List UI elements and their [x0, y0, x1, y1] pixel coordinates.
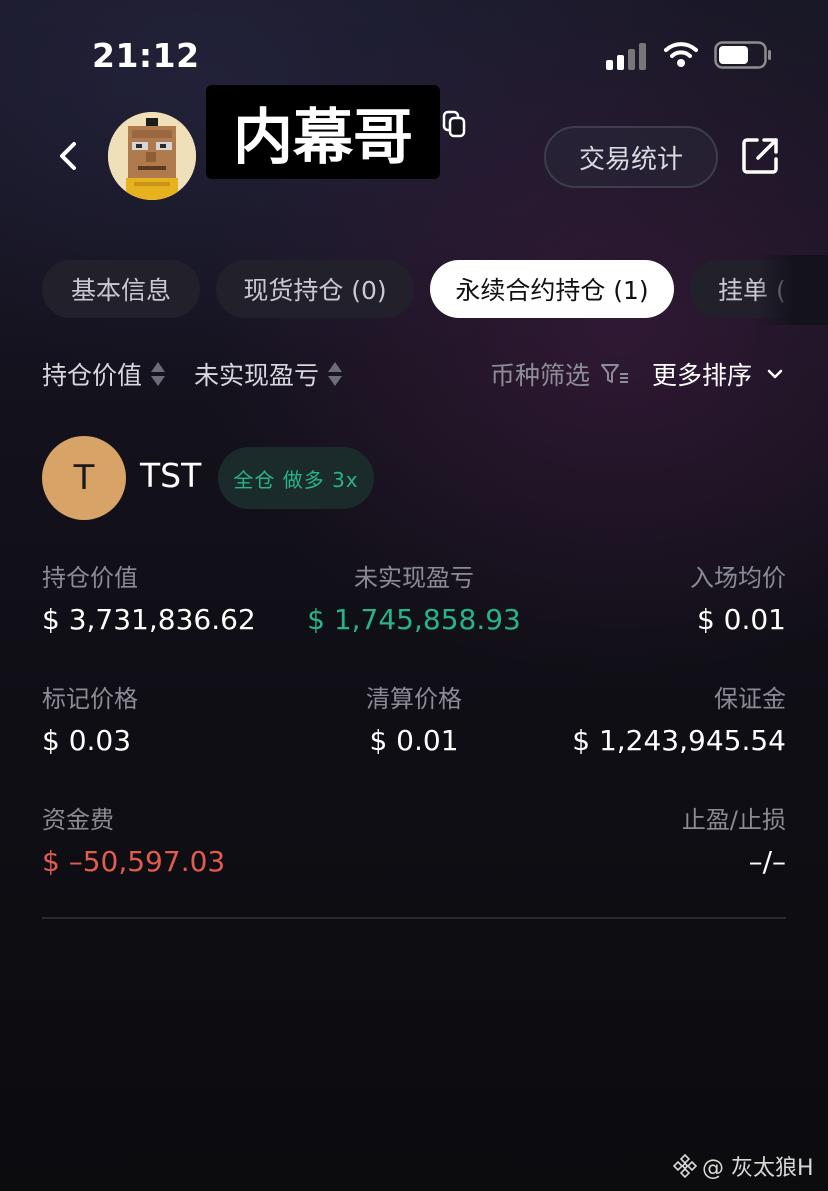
funding-fee-value: $ –50,597.03 [42, 845, 226, 878]
sort-unrealized-pnl[interactable]: 未实现盈亏 [194, 356, 343, 392]
cellular-signal-icon [606, 42, 648, 70]
tab-perpetual-positions[interactable]: 永续合约持仓 (1) [430, 260, 674, 318]
divider [42, 917, 786, 919]
wifi-icon [664, 42, 698, 67]
entry-price-label: 入场均价 [690, 564, 786, 592]
sort-position-value[interactable]: 持仓价值 [42, 356, 166, 392]
sort-position-value-label: 持仓价值 [42, 361, 143, 390]
coin-filter-button[interactable]: 币种筛选 [490, 356, 630, 392]
watermark-text: @ 灰太狼H [702, 1156, 814, 1181]
more-sort-label: 更多排序 [652, 361, 753, 390]
unrealized-pnl-value: $ 1,745,858.93 [307, 603, 521, 636]
liquidation-price-value: $ 0.01 [369, 724, 459, 757]
mark-price-label: 标记价格 [42, 685, 138, 713]
liquidation-price-label: 清算价格 [366, 685, 462, 713]
battery-icon [714, 41, 771, 69]
tp-sl-value[interactable]: –/– [586, 845, 786, 878]
unrealized-pnl-label: 未实现盈亏 [354, 564, 474, 592]
username: 内幕哥 [206, 85, 440, 179]
margin-value: $ 1,243,945.54 [572, 724, 786, 757]
tp-sl-label: 止盈/止损 [681, 806, 786, 834]
funding-fee-label: 资金费 [42, 806, 114, 834]
position-mode-badge: 全仓 做多 3x [218, 447, 374, 509]
sort-unrealized-pnl-label: 未实现盈亏 [194, 361, 320, 390]
position-value-label: 持仓价值 [42, 564, 138, 592]
position-value: $ 3,731,836.62 [42, 603, 256, 636]
back-arrow-icon[interactable] [52, 138, 86, 174]
trade-stats-button[interactable]: 交易统计 [544, 126, 718, 188]
share-icon[interactable] [740, 136, 780, 176]
margin-label: 保证金 [714, 685, 786, 713]
pixel-character-icon [108, 112, 196, 200]
tab-basic-info[interactable]: 基本信息 [42, 260, 200, 318]
chevron-down-icon [767, 369, 783, 379]
filter-icon [601, 364, 629, 383]
copy-icon[interactable] [442, 110, 466, 138]
binance-logo-icon [672, 1153, 698, 1179]
status-time: 21:12 [92, 36, 200, 75]
tab-spot-positions[interactable]: 现货持仓 (0) [216, 260, 414, 318]
entry-price-value: $ 0.01 [696, 603, 786, 636]
tabs-scroll-fade [756, 255, 828, 325]
sort-arrows-icon [327, 361, 343, 387]
coin-filter-label: 币种筛选 [490, 361, 591, 390]
watermark: @ 灰太狼H [672, 1150, 814, 1182]
coin-name: TST [140, 456, 202, 495]
mark-price-value: $ 0.03 [42, 724, 132, 757]
avatar[interactable] [108, 112, 196, 200]
coin-icon: T [42, 436, 126, 520]
sort-arrows-icon [150, 361, 166, 387]
more-sort-dropdown[interactable]: 更多排序 [652, 356, 786, 392]
